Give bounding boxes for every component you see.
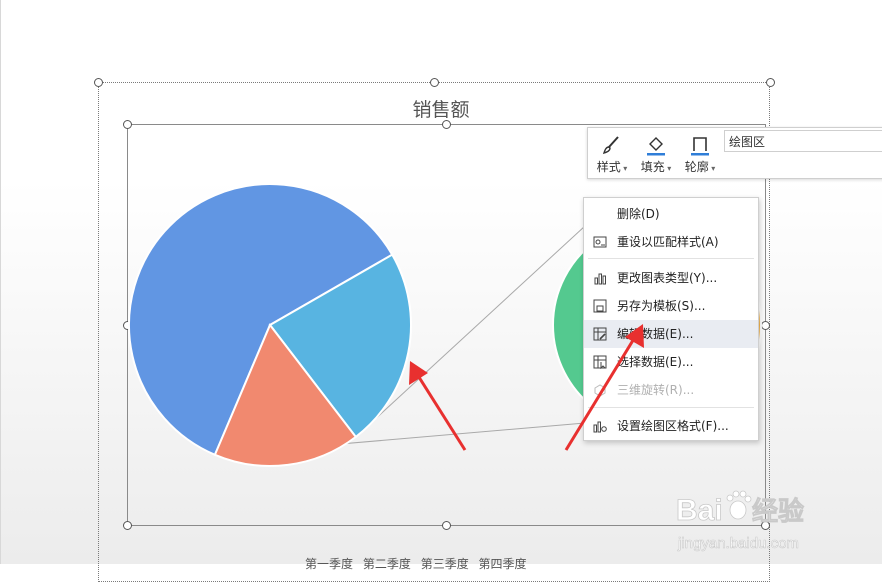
annotation-arrow-2-head (625, 324, 644, 348)
annotation-arrow-2-shaft (564, 336, 637, 451)
baidu-jingyan-watermark: Bai 经验 jingyan.baidu.com (676, 486, 876, 556)
annotation-arrow-1-shaft (415, 373, 467, 451)
annotation-arrows (409, 324, 644, 451)
annotation-arrow-1-head (409, 361, 428, 385)
svg-text:Bai: Bai (676, 494, 723, 527)
svg-text:经验: 经验 (752, 496, 804, 527)
baidu-paw-logo: Bai 经验 jingyan.baidu.com (676, 490, 804, 552)
svg-text:jingyan.baidu.com: jingyan.baidu.com (677, 535, 799, 552)
